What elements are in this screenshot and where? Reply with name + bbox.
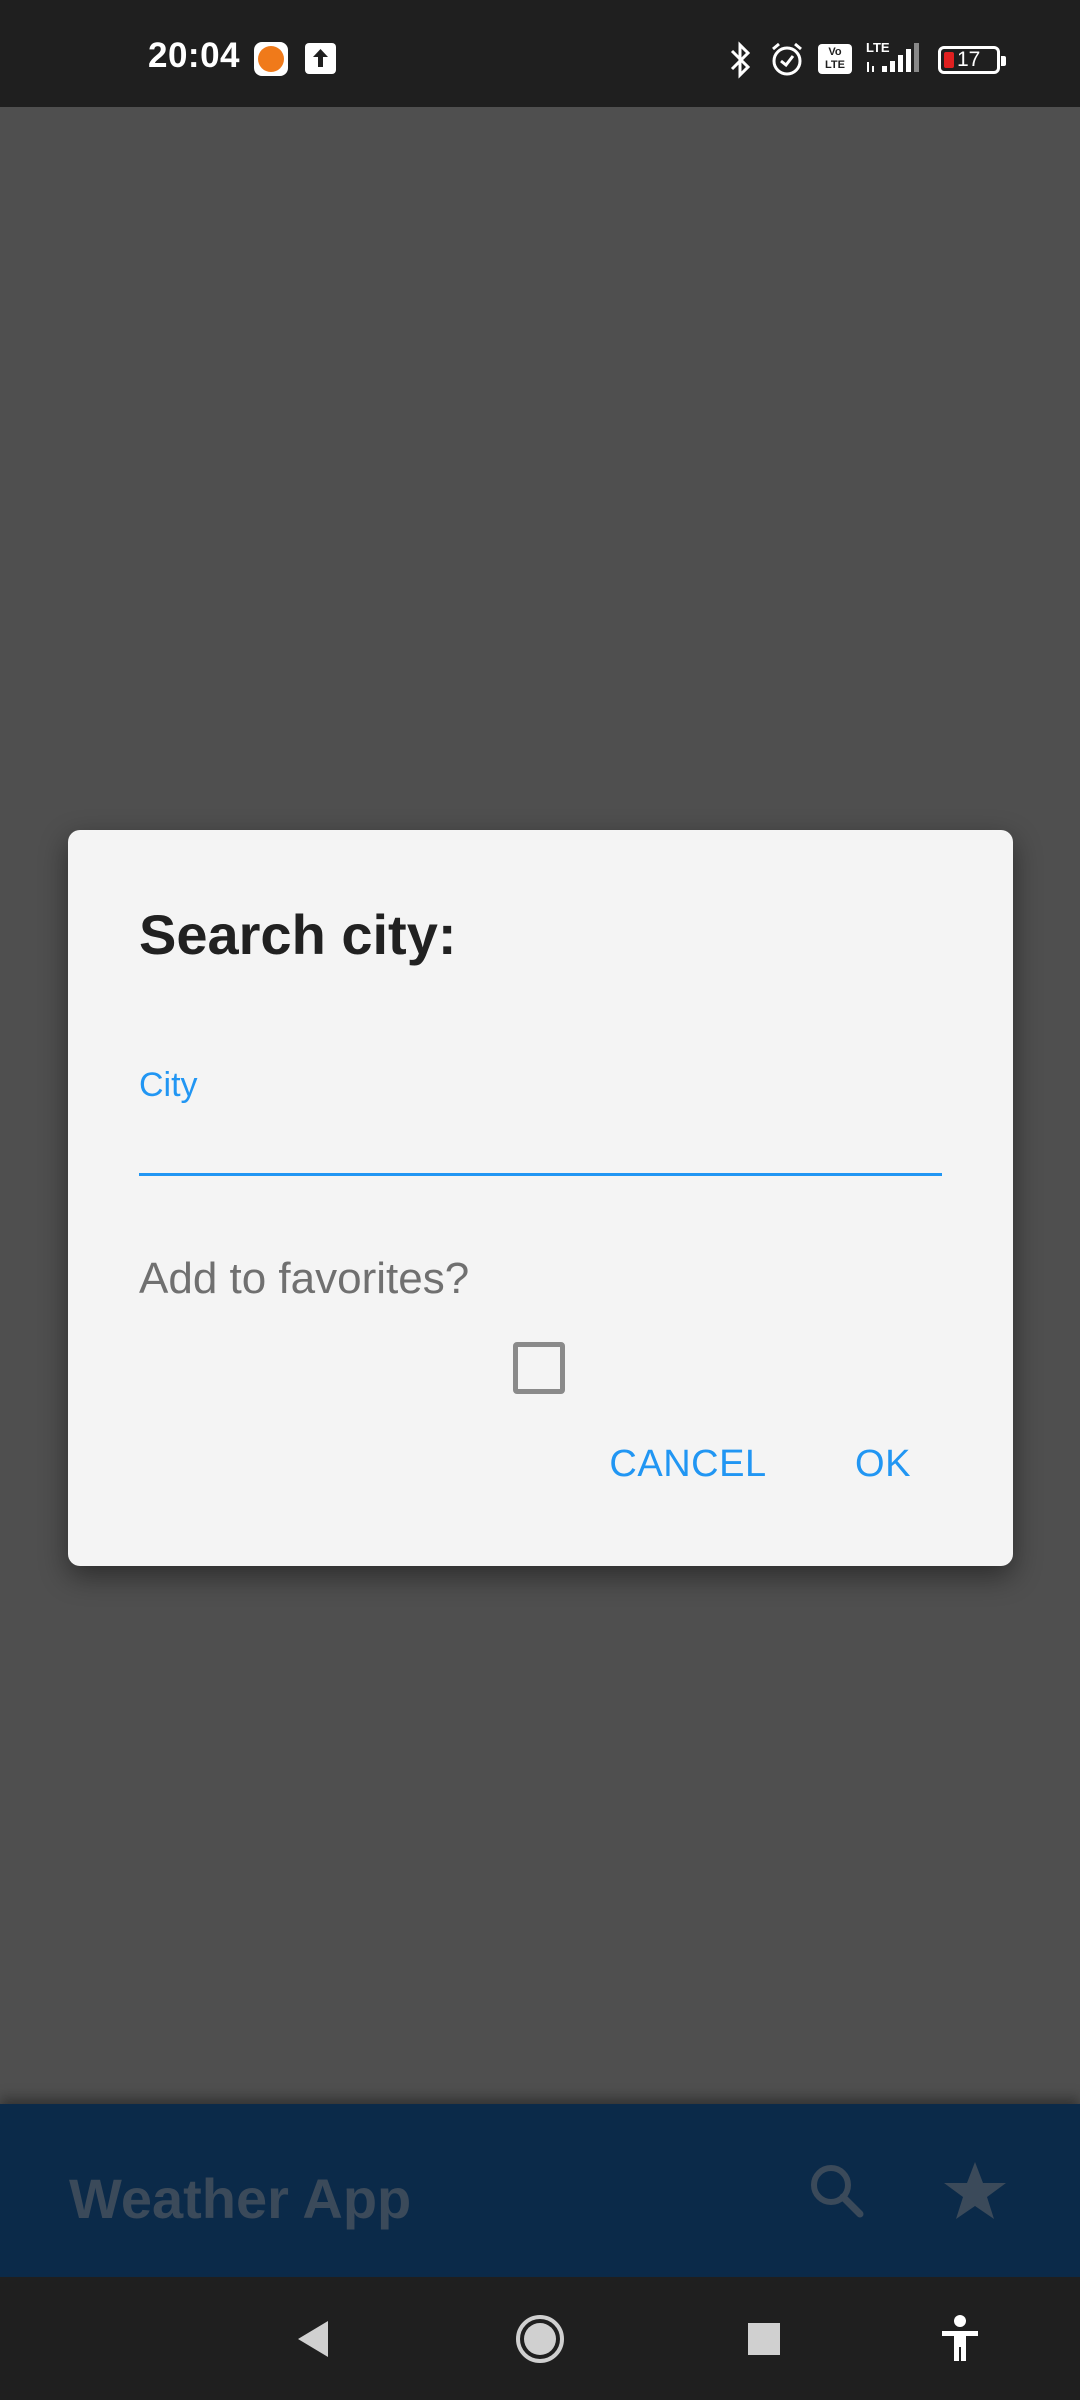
favorites-checkbox[interactable] — [513, 1342, 565, 1394]
status-bar: 20:04 Vo LTE LTE 17 — [0, 0, 1080, 107]
star-icon[interactable] — [940, 2156, 1010, 2226]
back-icon[interactable] — [284, 2309, 344, 2369]
accessibility-icon[interactable] — [930, 2309, 990, 2369]
dialog-title: Search city: — [139, 903, 457, 966]
favorites-label: Add to favorites? — [139, 1254, 470, 1303]
city-field-label: City — [139, 1066, 198, 1104]
alarm-icon — [768, 40, 806, 83]
recents-icon[interactable] — [734, 2309, 794, 2369]
navigation-bar — [0, 2277, 1080, 2400]
volte-icon: Vo LTE — [818, 44, 852, 74]
home-icon[interactable] — [510, 2309, 570, 2369]
upload-icon — [305, 43, 336, 74]
status-time: 20:04 — [148, 36, 241, 75]
screen: 20:04 Vo LTE LTE 17 Weather App Search c… — [0, 0, 1080, 2400]
app-title: Weather App — [69, 2167, 412, 2230]
city-input[interactable] — [139, 1108, 942, 1176]
signal-icon — [864, 36, 924, 81]
cancel-button[interactable]: CANCEL — [588, 1430, 788, 1498]
ok-button[interactable]: OK — [828, 1430, 938, 1498]
bluetooth-icon — [726, 40, 754, 85]
battery-level: 17 — [957, 48, 981, 71]
search-icon[interactable] — [802, 2156, 872, 2226]
app-bar: Weather App — [0, 2104, 1080, 2277]
search-city-dialog: Search city: City Add to favorites? CANC… — [68, 830, 1013, 1566]
battery-icon: 17 — [938, 46, 1006, 74]
notification-app-icon — [254, 42, 288, 76]
